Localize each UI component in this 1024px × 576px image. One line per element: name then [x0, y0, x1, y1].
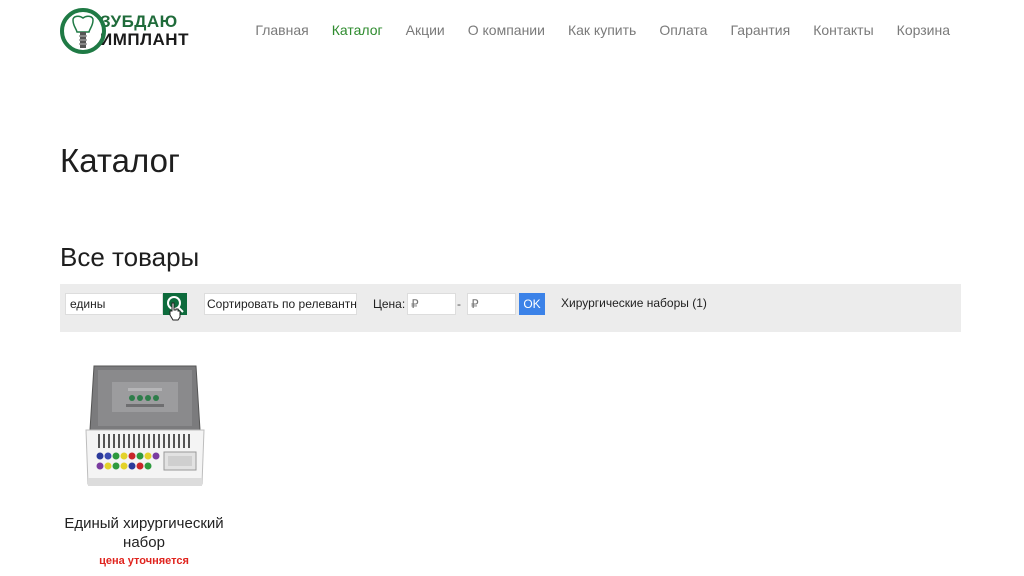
product-name[interactable]: Единый хирургический набор: [60, 514, 228, 552]
logo-text: ЗУБДАЮ ИМПЛАНТ: [100, 13, 189, 49]
nav-item-catalog[interactable]: Каталог: [332, 20, 383, 40]
main-nav: Главная Каталог Акции О компании Как куп…: [232, 20, 950, 40]
nav-item-how-to-buy[interactable]: Как купить: [568, 20, 636, 40]
nav-item-payment[interactable]: Оплата: [659, 20, 707, 40]
section-title: Все товары: [60, 242, 200, 272]
search-input[interactable]: [65, 293, 163, 315]
hand-cursor-icon: [169, 302, 181, 321]
logo-line2: ИМПЛАНТ: [100, 30, 189, 49]
nav-item-warranty[interactable]: Гарантия: [730, 20, 790, 40]
site-logo[interactable]: ЗУБДАЮ ИМПЛАНТ: [60, 7, 188, 55]
product-card[interactable]: Единый хирургический набор цена уточняет…: [60, 350, 230, 576]
price-to-input[interactable]: [467, 293, 516, 315]
nav-item-contacts[interactable]: Контакты: [813, 20, 873, 40]
price-ok-button[interactable]: OK: [519, 293, 545, 315]
price-label: Цена:: [373, 297, 406, 311]
nav-item-cart[interactable]: Корзина: [897, 20, 950, 40]
site-header: ЗУБДАЮ ИМПЛАНТ Главная Каталог Акции О к…: [0, 0, 1024, 62]
sort-select[interactable]: Сортировать по релевантности: [204, 293, 357, 315]
product-price: цена уточняется: [99, 555, 189, 567]
price-from-input[interactable]: [407, 293, 456, 315]
nav-item-promotions[interactable]: Акции: [406, 20, 445, 40]
logo-line1: ЗУБДАЮ: [100, 12, 178, 31]
filter-bar: Сортировать по релевантности Цена: - OK …: [60, 284, 961, 332]
category-filter-link[interactable]: Хирургические наборы (1): [561, 296, 707, 310]
nav-item-about[interactable]: О компании: [468, 20, 545, 40]
product-image[interactable]: [82, 360, 208, 492]
price-range-dash: -: [457, 297, 461, 311]
tooth-implant-logo-icon: [60, 8, 106, 54]
page-title: Каталог: [60, 142, 180, 179]
nav-item-home[interactable]: Главная: [255, 20, 308, 40]
